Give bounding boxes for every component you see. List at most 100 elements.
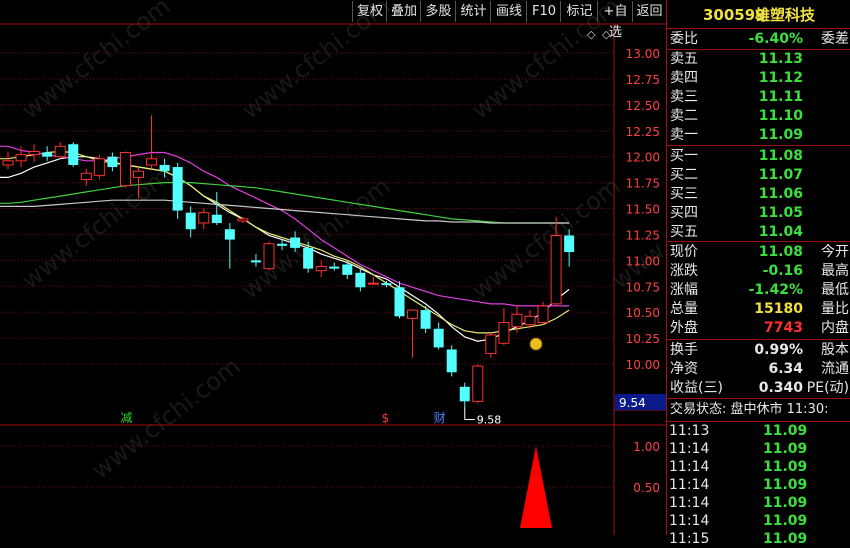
watermark-text: www.cfchi.com	[86, 352, 245, 485]
weibi-value: -6.40%	[748, 31, 803, 47]
candle-body	[15, 154, 27, 162]
candle-body	[146, 158, 158, 166]
bid-level[interactable]: 买一 11.08	[667, 147, 850, 165]
watermark-text: www.cfchi.com	[16, 162, 175, 295]
toolbar-draw-line-button[interactable]: 画线	[490, 1, 527, 22]
candle	[485, 332, 497, 358]
candle	[315, 260, 327, 277]
tick-time: 11:14	[669, 495, 710, 511]
candle	[367, 276, 379, 286]
tick-row: 11:14 11.09	[667, 440, 850, 458]
bid-level-label: 买一	[670, 148, 698, 164]
toolbar-f10-button[interactable]: F10	[526, 1, 561, 22]
ask-level[interactable]: 卖二 11.10	[667, 107, 850, 125]
price-tick-label: 12.75	[626, 73, 660, 87]
event-marker: 财	[434, 411, 446, 425]
ask-level[interactable]: 卖四 11.12	[667, 69, 850, 87]
candle-body	[433, 328, 444, 348]
candle	[224, 223, 235, 269]
trade-status-row: 交易状态: 盘中休市 11:30:	[667, 401, 850, 419]
candle-body	[2, 160, 14, 166]
candle	[42, 146, 53, 161]
stat-row-label: 总量	[670, 301, 698, 317]
fund-row-label2: 股本	[821, 342, 849, 358]
stat-row[interactable]: 现价 11.08 今开	[667, 243, 850, 261]
tick-price: 11.09	[763, 441, 808, 457]
toolbar-add-watch-button[interactable]: +自选	[597, 1, 633, 40]
divider	[667, 398, 850, 399]
bid-level[interactable]: 买二 11.07	[667, 166, 850, 184]
candle	[537, 301, 549, 325]
divider	[667, 339, 850, 340]
bid-level-price: 11.08	[758, 148, 803, 164]
candle	[498, 308, 510, 346]
toolbar-stats-button[interactable]: 统计	[455, 1, 491, 22]
candle-body	[367, 282, 379, 285]
tick-row: 11:13 11.09	[667, 422, 850, 440]
candle-body	[185, 212, 196, 230]
stat-row[interactable]: 外盘 7743 内盘	[667, 319, 850, 337]
stat-row[interactable]: 涨幅 -1.42% 最低	[667, 281, 850, 299]
tick-row: 11:14 11.09	[667, 512, 850, 530]
scroll-left-icon[interactable]: ◇	[587, 28, 596, 41]
kline-chart[interactable]: www.cfchi.com www.cfchi.com www.cfchi.com w…	[0, 0, 666, 535]
coin-icon	[529, 337, 543, 351]
candle	[263, 241, 275, 271]
trade-status: 交易状态: 盘中休市 11:30:	[670, 402, 829, 417]
toolbar-overlay-button[interactable]: 叠加	[386, 1, 421, 22]
ask-level-label: 卖一	[670, 127, 698, 143]
stat-row-label: 涨幅	[670, 282, 698, 298]
ask-level[interactable]: 卖五 11.13	[667, 50, 850, 68]
candle	[407, 309, 419, 358]
ask-level[interactable]: 卖一 11.09	[667, 126, 850, 144]
toolbar-fuquan-button[interactable]: 复权	[352, 1, 387, 22]
bid-level-price: 11.07	[758, 167, 803, 183]
candle-body	[107, 156, 118, 168]
candle-body	[381, 283, 392, 286]
ask-level-price: 11.09	[758, 127, 803, 143]
tick-time: 11:14	[669, 513, 710, 529]
ask-level-price: 11.10	[758, 108, 803, 124]
price-axis: 13.00 12.75 12.50 12.25 12.00 11.75 11.50 11.25…	[615, 47, 666, 410]
bid-level[interactable]: 买三 11.06	[667, 185, 850, 203]
candle-body	[250, 260, 261, 263]
candle-body	[394, 287, 405, 317]
fund-row[interactable]: 收益(三) 0.340 PE(动)	[667, 379, 850, 397]
bid-level-price: 11.05	[758, 205, 803, 221]
candle-body	[446, 349, 457, 373]
weibi-label: 委比	[670, 31, 698, 47]
chart-toolbar: 复权 叠加 多股 统计 画线 F10 标记 +自选 返回	[0, 0, 666, 40]
candle-body	[277, 243, 288, 246]
ask-level[interactable]: 卖三 11.11	[667, 88, 850, 106]
fund-row-label2: PE(动)	[806, 380, 849, 396]
watermark-text: www.cfchi.com	[236, 172, 395, 305]
bid-level[interactable]: 买四 11.05	[667, 204, 850, 222]
bid-level-label: 买三	[670, 186, 698, 202]
candle	[119, 151, 131, 188]
toolbar-back-button[interactable]: 返回	[632, 1, 666, 22]
divider	[667, 28, 850, 29]
candle	[329, 262, 340, 271]
price-tick-label: 11.00	[626, 254, 660, 268]
tick-price: 11.09	[763, 423, 808, 439]
stat-row-label2: 最低	[821, 282, 849, 298]
fund-row[interactable]: 换手 0.99% 股本	[667, 341, 850, 359]
candle	[54, 142, 66, 159]
candle-body	[211, 214, 222, 224]
price-tick-label: 10.00	[626, 358, 660, 372]
stat-row-price: 15180	[754, 301, 803, 317]
candle-body	[263, 243, 275, 270]
signal-spike	[520, 446, 552, 528]
stat-row[interactable]: 涨跌 -0.16 最高	[667, 262, 850, 280]
tick-price: 11.09	[763, 513, 808, 529]
fund-row[interactable]: 净资 6.34 流通	[667, 360, 850, 378]
candle-body	[290, 237, 301, 248]
toolbar-multi-stock-button[interactable]: 多股	[420, 1, 456, 22]
candle-body	[237, 218, 249, 222]
toolbar-mark-button[interactable]: 标记	[560, 1, 598, 22]
candle-body	[524, 315, 536, 326]
bid-level[interactable]: 买五 11.04	[667, 223, 850, 241]
stat-row[interactable]: 总量 15180 量比	[667, 300, 850, 318]
event-marker: $	[381, 411, 389, 425]
candle-body	[537, 305, 549, 324]
